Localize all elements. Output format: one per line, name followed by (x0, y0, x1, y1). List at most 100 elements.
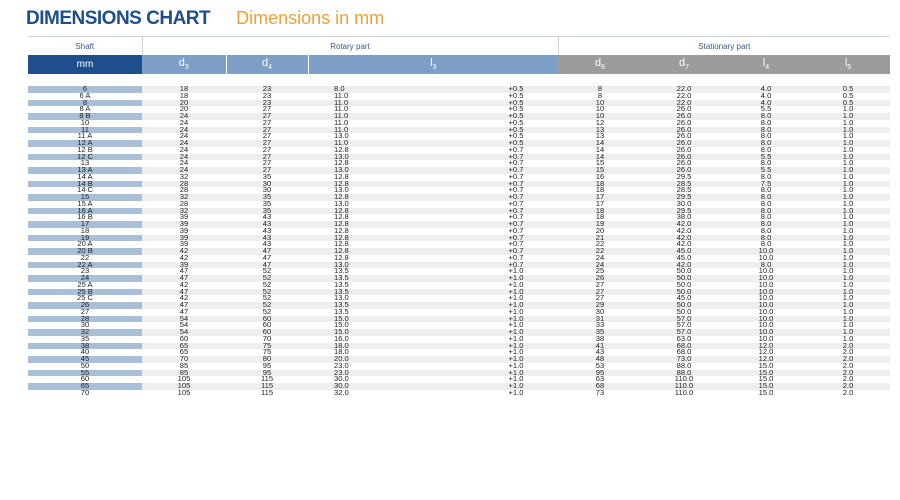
cell-shaft: 22 A (28, 261, 142, 269)
cell-d7: 45.0 (642, 254, 727, 262)
cell-d7: 26.0 (642, 106, 727, 113)
column-header-d3: d3 (142, 55, 227, 74)
table-row: 18394312.8+0.72042.08.01.06.0 (28, 227, 891, 235)
cell-l5: 1.0 (806, 140, 891, 147)
cell-d4: 47 (226, 261, 308, 269)
table-row: 17394312.8+0.71942.08.01.06.0 (28, 221, 891, 228)
cell-d3: 70 (142, 356, 226, 363)
cell-d3: 54 (142, 329, 226, 336)
table-row: 618238.0+0.5822.04.00.53.5 (28, 86, 891, 93)
table-row: 45708020.0+1.04873.012.02.09.0 (28, 356, 891, 363)
cell-d6: 14 (558, 146, 643, 154)
table-row: 8 A202711.0+0.51026.05.51.05.0 (28, 106, 891, 113)
table-row: 15 A283513.0+0.71730.08.01.06.0 (28, 200, 891, 208)
cell-d3: 105 (142, 376, 226, 383)
cell-l3: 11.0 (308, 126, 474, 134)
table-row: 30546015.0+1.03357.010.01.08.0 (28, 322, 891, 329)
column-header-l5: l5 (806, 55, 891, 74)
cell-l4: 10.0 (726, 248, 807, 255)
cell-d4: 30 (226, 180, 308, 188)
cell-d4: 47 (226, 248, 308, 255)
cell-d7: 50.0 (642, 302, 727, 309)
cell-l4: 10.0 (726, 254, 807, 262)
cell-l4: 8.0 (726, 227, 807, 235)
cell-l3: 15.0 (308, 329, 474, 336)
table-row: 14 A323512.8+0.71629.58.01.06.0 (28, 173, 891, 181)
cell-l4: 10.0 (726, 302, 807, 309)
cell-d6: 41 (558, 342, 643, 350)
cell-d3: 24 (142, 153, 226, 161)
cell-shaft: 14 A (28, 173, 142, 181)
cell-tol: +0.7 (474, 153, 559, 161)
cell-tol: +0.7 (474, 248, 559, 255)
cell-l3: 13.0 (308, 295, 474, 302)
cell-d6: 27 (558, 288, 643, 296)
cell-tol: +1.0 (474, 315, 559, 323)
table-row: 35607016.0+1.03863.010.01.08.0 (28, 335, 891, 343)
cell-l5: 1.0 (806, 113, 891, 120)
cell-d6: 29 (558, 302, 643, 309)
cell-d6: 12 (558, 119, 643, 127)
table-row: 32546015.0+1.03557.010.01.08.0 (28, 329, 891, 336)
cell-shaft: 16 A (28, 207, 142, 215)
cell-l3: 13.0 (308, 153, 474, 161)
cell-d3: 24 (142, 167, 226, 174)
cell-l4: 8.0 (726, 113, 807, 120)
cell-shaft: 65 (28, 383, 142, 390)
cell-l4: 12.0 (726, 356, 807, 363)
cell-d4: 60 (226, 322, 308, 329)
cell-d6: 63 (558, 376, 643, 383)
cell-l4: 4.0 (726, 92, 807, 100)
cell-l5: 2.0 (806, 389, 891, 397)
cell-tol: +0.5 (474, 126, 559, 134)
cell-shaft: 18 (28, 227, 142, 235)
cell-tol: +0.7 (474, 173, 559, 181)
cell-l4: 10.0 (726, 322, 807, 329)
cell-d4: 23 (226, 86, 308, 93)
cell-d3: 65 (142, 342, 226, 350)
table-row: 24475213.5+1.02650.010.01.08.0 (28, 275, 891, 282)
cell-d7: 68.0 (642, 342, 727, 350)
group-header-shaft: Shaft (28, 36, 143, 55)
cell-l5: 1.0 (806, 241, 891, 248)
table-row: 15323512.8+0.71729.58.01.06.0 (28, 194, 891, 201)
cell-d7: 22.0 (642, 86, 727, 93)
cell-d3: 32 (142, 194, 226, 201)
group-header-stationary: Stationary part (558, 36, 891, 55)
cell-l5: 1.0 (806, 248, 891, 255)
cell-d4: 52 (226, 275, 308, 282)
table-row: 12 C242713.0+0.71426.05.51.06.0 (28, 153, 891, 161)
table-row: 7010511532.0+1.073110.015.02.012.0 (28, 389, 891, 397)
cell-d3: 28 (142, 180, 226, 188)
cell-d7: 26.0 (642, 140, 727, 147)
cell-tol: +1.0 (474, 302, 559, 309)
cell-l4: 8.0 (726, 146, 807, 154)
cell-l3: 13.0 (308, 261, 474, 269)
cell-tol: +1.0 (474, 349, 559, 356)
cell-d6: 18 (558, 214, 643, 221)
cell-d6: 8 (558, 86, 643, 93)
cell-shaft: 25 C (28, 295, 142, 302)
cell-l3: 13.5 (308, 308, 474, 316)
cell-l4: 10.0 (726, 295, 807, 302)
cell-l3: 12.8 (308, 180, 474, 188)
dimensions-table: Shaft Rotary part Stationary part mm d3 … (28, 36, 896, 397)
cell-l5: 2.0 (806, 362, 891, 370)
cell-shaft: 6 (28, 86, 142, 93)
cell-d4: 35 (226, 207, 308, 215)
cell-l3: 15.0 (308, 315, 474, 323)
cell-l4: 8.0 (726, 126, 807, 134)
table-row: 8 B242711.0+0.51026.08.01.06.0 (28, 113, 891, 120)
cell-tol: +0.7 (474, 146, 559, 154)
cell-d3: 47 (142, 302, 226, 309)
page-subtitle: Dimensions in mm (236, 8, 385, 28)
cell-d3: 18 (142, 86, 226, 93)
cell-d3: 24 (142, 140, 226, 147)
cell-l5: 2.0 (806, 376, 891, 383)
cell-l3: 12.8 (308, 173, 474, 181)
cell-l4: 8.0 (726, 261, 807, 269)
cell-l4: 8.0 (726, 133, 807, 140)
cell-l5: 1.0 (806, 146, 891, 154)
cell-l3: 12.8 (308, 254, 474, 262)
column-header-unit: mm (28, 55, 142, 74)
